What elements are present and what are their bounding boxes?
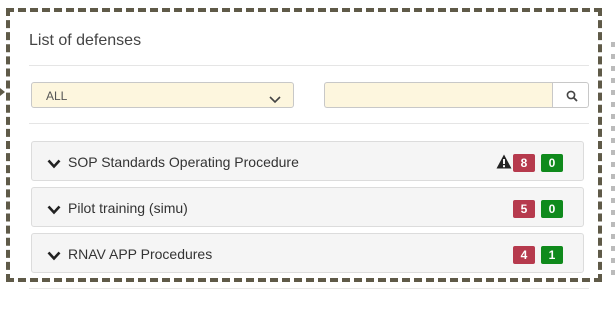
search-input[interactable] (324, 82, 552, 108)
divider (29, 288, 589, 289)
right-edge-marks (611, 42, 615, 282)
divider (29, 123, 589, 124)
chevron-down-icon (47, 248, 61, 266)
alert-count-badge: 4 (513, 246, 535, 264)
defense-row[interactable]: SOP Standards Operating Procedure 8 0 (31, 141, 584, 181)
alert-count-badge: 8 (513, 154, 535, 172)
alert-count-badge: 5 (513, 200, 535, 218)
ok-count-badge: 1 (541, 246, 563, 264)
warning-icon (496, 154, 512, 174)
search-button[interactable] (552, 82, 589, 108)
defense-name: Pilot training (simu) (68, 200, 188, 216)
filter-select-value: ALL (46, 89, 68, 103)
chevron-down-icon (269, 91, 281, 109)
ok-count-badge: 0 (541, 200, 563, 218)
divider (29, 65, 589, 66)
chevron-down-icon (47, 202, 61, 220)
defense-row[interactable]: Pilot training (simu) 5 0 (31, 187, 584, 227)
ok-count-badge: 0 (541, 154, 563, 172)
panel-title: List of defenses (29, 32, 142, 49)
defenses-panel: List of defenses ALL SOP Standards Opera… (16, 18, 589, 289)
defense-name: SOP Standards Operating Procedure (68, 154, 299, 170)
defense-name: RNAV APP Procedures (68, 246, 213, 262)
chevron-down-icon (47, 156, 61, 174)
left-edge-arrow (0, 88, 6, 96)
filter-select[interactable]: ALL (31, 82, 294, 108)
defense-row[interactable]: RNAV APP Procedures 4 1 (31, 233, 584, 273)
